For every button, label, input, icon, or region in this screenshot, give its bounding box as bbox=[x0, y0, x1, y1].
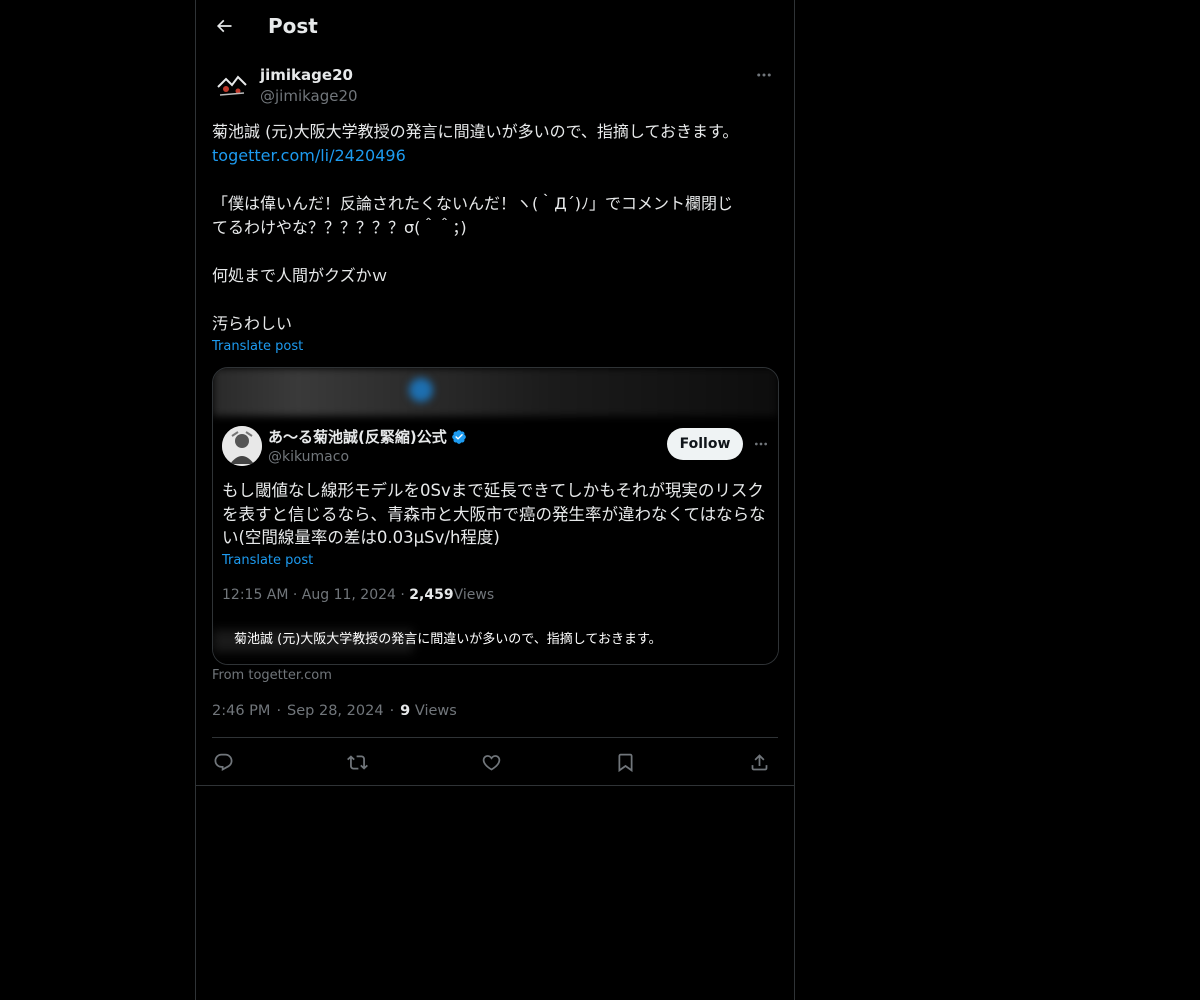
views-label: Views bbox=[414, 703, 457, 719]
embedded-timestamp: 12:15 AM · Aug 11, 2024 · bbox=[222, 587, 410, 603]
action-bar bbox=[212, 748, 778, 776]
embedded-post-text: もし閾値なし線形モデルを0Svまで延長できてしかもそれが現実のリスク を表すと信… bbox=[222, 479, 770, 550]
embedded-text-line: い(空間線量率の差は0.03μSv/h程度) bbox=[222, 528, 500, 547]
divider bbox=[212, 737, 778, 738]
card-source-link[interactable]: From togetter.com bbox=[212, 667, 332, 685]
post-text-line: てるわけやな？？？？？？σ(＾＾；) bbox=[212, 218, 467, 237]
share-button[interactable] bbox=[743, 748, 775, 776]
arrow-left-icon bbox=[214, 16, 234, 36]
post-date[interactable]: Sep 28, 2024 bbox=[287, 703, 384, 719]
more-horizontal-icon bbox=[755, 66, 773, 84]
author-handle[interactable]: @jimikage20 bbox=[260, 86, 358, 106]
embedded-more-icon bbox=[751, 434, 771, 454]
embedded-text-line: もし閾値なし線形モデルを0Svまで延長できてしかもそれが現実のリスク bbox=[222, 481, 764, 500]
translate-post-link[interactable]: Translate post bbox=[212, 338, 303, 356]
post-author: jimikage20 @jimikage20 bbox=[212, 63, 778, 107]
bookmark-icon bbox=[615, 752, 636, 773]
header: Post bbox=[196, 0, 794, 53]
post-text-line: 何処まで人間がクズかｗ bbox=[212, 266, 388, 285]
more-button[interactable] bbox=[750, 63, 778, 87]
meta-separator: · bbox=[389, 703, 395, 719]
repost-icon bbox=[346, 752, 368, 773]
heart-icon bbox=[481, 752, 502, 773]
back-button[interactable] bbox=[210, 12, 238, 40]
embedded-name-text: あ〜る菊池誠(反緊縮)公式 bbox=[268, 428, 447, 446]
like-button[interactable] bbox=[475, 748, 507, 776]
verified-badge-icon bbox=[451, 429, 467, 445]
post-time[interactable]: 2:46 PM bbox=[212, 703, 270, 719]
post-text: 菊池誠 (元)大阪大学教授の発言に間違いが多いので、指摘しておきます。 toge… bbox=[212, 120, 778, 336]
divider bbox=[196, 785, 794, 786]
embedded-avatar bbox=[222, 426, 262, 466]
embedded-views-label: Views bbox=[453, 587, 495, 603]
post-text-line: 汚らわしい bbox=[212, 314, 293, 333]
reply-button[interactable] bbox=[207, 748, 239, 776]
embedded-author-handle: @kikumaco bbox=[268, 449, 350, 465]
post-column: Post jimikage20 @jimikage20 菊池誠 (元)大阪大学教… bbox=[195, 0, 795, 1000]
card-caption: 菊池誠 (元)大阪大学教授の発言に間違いが多いので、指摘しておきます。 bbox=[234, 632, 662, 647]
repost-button[interactable] bbox=[341, 748, 373, 776]
author-name[interactable]: jimikage20 bbox=[260, 65, 353, 85]
avatar[interactable] bbox=[212, 65, 252, 105]
blurred-badge bbox=[409, 378, 433, 402]
embedded-author-name: あ〜る菊池誠(反緊縮)公式 bbox=[268, 427, 467, 447]
views-count: 9 bbox=[400, 703, 411, 719]
post-link[interactable]: togetter.com/li/2420496 bbox=[212, 144, 778, 168]
follow-button: Follow bbox=[667, 428, 743, 460]
link-card[interactable]: あ〜る菊池誠(反緊縮)公式 @kikumaco Follow もし閾値なし線形モ… bbox=[212, 367, 779, 665]
embedded-translate-link: Translate post bbox=[222, 553, 314, 568]
meta-separator: · bbox=[276, 703, 282, 719]
share-icon bbox=[749, 752, 770, 773]
reply-icon bbox=[213, 752, 234, 773]
embedded-views-count: 2,459 bbox=[409, 587, 454, 603]
page-title: Post bbox=[268, 14, 318, 38]
post-text-line: 菊池誠 (元)大阪大学教授の発言に間違いが多いので、指摘しておきます。 bbox=[212, 122, 739, 141]
embedded-post-meta: 12:15 AM · Aug 11, 2024 · 2,459Views bbox=[222, 585, 494, 605]
post-text-line: 「僕は偉いんだ！反論されたくないんだ！ヽ(｀Д´)ﾉ」でコメント欄閉じ bbox=[212, 194, 733, 213]
post-meta: 2:46 PM · Sep 28, 2024 · 9 Views bbox=[212, 701, 457, 721]
bookmark-button[interactable] bbox=[609, 748, 641, 776]
embedded-text-line: を表すと信じるなら、青森市と大阪市で癌の発生率が違わなくてはならな bbox=[222, 504, 766, 524]
blurred-header bbox=[213, 368, 778, 416]
